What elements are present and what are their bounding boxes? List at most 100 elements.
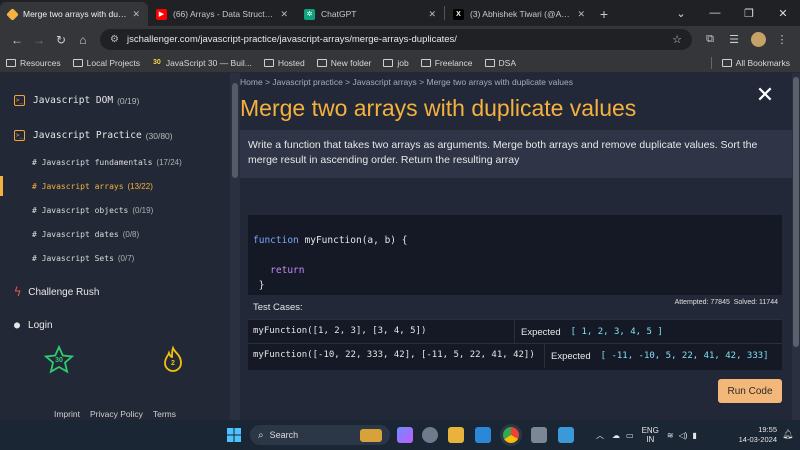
- browser-tab-chatgpt[interactable]: ✲ ChatGPT ✕: [296, 2, 444, 26]
- wifi-icon[interactable]: ≋: [667, 431, 674, 440]
- battery-status-icon[interactable]: ▮: [692, 431, 696, 440]
- code-text[interactable]: function myFunction(a, b) { return }: [253, 233, 407, 293]
- breadcrumb-separator: >: [345, 77, 351, 87]
- search-highlight-icon: [360, 428, 382, 442]
- bookmark-new-folder[interactable]: New folder: [316, 58, 371, 68]
- browser-tab-x[interactable]: X (3) Abhishek Tiwari (@Abhishek) ✕: [445, 2, 593, 26]
- sidebar-scrollbar[interactable]: [230, 73, 240, 420]
- folder-icon: [6, 58, 16, 67]
- forward-arrow-icon[interactable]: →: [28, 29, 50, 51]
- solved-count: Solved: 11744: [733, 299, 778, 306]
- close-tab-icon[interactable]: ✕: [280, 9, 288, 20]
- calculator-icon[interactable]: [531, 427, 547, 443]
- home-icon[interactable]: ⌂: [72, 29, 94, 51]
- window-controls: ⌄ — ❐ ✕: [664, 0, 800, 26]
- new-tab-button[interactable]: +: [593, 2, 615, 26]
- sidebar-item-login[interactable]: ● Login: [14, 320, 53, 331]
- folder-icon: [484, 58, 495, 67]
- windows-start-icon[interactable]: [226, 427, 242, 443]
- test-case-call: myFunction([1, 2, 3], [3, 4, 5]): [253, 326, 427, 336]
- privacy-policy-link[interactable]: Privacy Policy: [90, 409, 143, 419]
- bookmarks-bar: Resources Local Projects 30 JavaScript 30…: [0, 53, 800, 73]
- tab-title: (3) Abhishek Tiwari (@Abhishek): [470, 9, 571, 19]
- breadcrumb-current: Merge two arrays with duplicate values: [426, 77, 573, 87]
- menu-kebab-icon[interactable]: ⋮: [770, 29, 794, 51]
- scrollbar-thumb[interactable]: [793, 77, 799, 347]
- notepad-icon[interactable]: [558, 427, 574, 443]
- settings-gear-icon[interactable]: [422, 427, 438, 443]
- bookmark-job[interactable]: job: [383, 58, 409, 68]
- profile-avatar[interactable]: [746, 29, 770, 51]
- bookmark-dsa[interactable]: DSA: [484, 58, 516, 68]
- bookmark-resources[interactable]: Resources: [6, 58, 61, 68]
- bookmark-label: All Bookmarks: [735, 57, 790, 68]
- code-editor[interactable]: function myFunction(a, b) { return } Tes…: [248, 215, 782, 370]
- minimize-icon[interactable]: —: [698, 0, 732, 26]
- bookmark-hosted[interactable]: Hosted: [263, 58, 305, 68]
- challenge-description: Write a function that takes two arrays a…: [240, 130, 792, 178]
- breadcrumb-javascript-arrays[interactable]: Javascript arrays: [353, 77, 417, 87]
- chevron-up-icon[interactable]: ︿: [596, 430, 604, 441]
- browser-tab-youtube[interactable]: ▶ (66) Arrays - Data Structures and Algo…: [148, 2, 296, 26]
- sidebar-subitem-label: # Javascript objects: [32, 206, 129, 215]
- folder-icon: [263, 58, 274, 67]
- close-tab-icon[interactable]: ✕: [428, 9, 436, 20]
- sidebar-subitem-fundamentals[interactable]: # Javascript fundamentals (17/24): [32, 158, 182, 167]
- scrollbar-thumb[interactable]: [232, 83, 238, 178]
- sidebar-item-challenge-rush[interactable]: ϟ Challenge Rush: [14, 285, 99, 299]
- reload-icon[interactable]: ↻: [50, 29, 72, 51]
- volume-icon[interactable]: ◁): [679, 431, 688, 440]
- extensions-icon[interactable]: ⧉: [698, 29, 722, 51]
- bookmark-label: Freelance: [434, 57, 473, 68]
- user-icon: ●: [14, 320, 21, 331]
- breadcrumb-home[interactable]: Home: [240, 77, 263, 87]
- sidebar-subitem-objects[interactable]: # Javascript objects (0/19): [32, 206, 153, 215]
- close-window-icon[interactable]: ✕: [766, 0, 800, 26]
- taskbar-search-input[interactable]: ⌕ Search: [250, 425, 390, 445]
- sidebar-subitem-arrays[interactable]: # Javascript arrays (13/22): [32, 182, 153, 191]
- youtube-favicon-icon: ▶: [156, 8, 167, 20]
- main-scrollbar[interactable]: [792, 73, 800, 420]
- taskbar-clock[interactable]: 19:55 14-03-2024: [735, 425, 777, 445]
- vscode-icon[interactable]: [475, 427, 491, 443]
- bookmark-javascript30[interactable]: 30 JavaScript 30 — Buil...: [152, 58, 252, 68]
- sidebar-item-javascript-practice[interactable]: >_ Javascript Practice (30/80): [14, 130, 173, 141]
- cloud-icon[interactable]: ☁: [612, 431, 620, 440]
- sidebar-subitem-dates[interactable]: # Javascript dates (0/8): [32, 230, 139, 239]
- test-cases-header: Test Cases: Attempted: 77845 Solved: 117…: [248, 295, 782, 319]
- bookmark-freelance[interactable]: Freelance: [420, 57, 473, 68]
- all-bookmarks[interactable]: All Bookmarks: [721, 57, 790, 68]
- expected-value: [ -11, -10, 5, 22, 41, 42, 333]: [600, 351, 769, 361]
- reading-list-icon[interactable]: ☰: [722, 29, 746, 51]
- close-tab-icon[interactable]: ✕: [577, 9, 585, 20]
- system-tray: ︿ ☁ ▭ ENG IN ≋ ◁) ▮: [596, 420, 697, 450]
- notification-bell-icon[interactable]: 🔔︎: [782, 429, 793, 440]
- expected-value: [ 1, 2, 3, 4, 5 ]: [570, 327, 663, 337]
- terms-link[interactable]: Terms: [153, 409, 176, 419]
- test-case-expected: Expected [ 1, 2, 3, 4, 5 ]: [514, 320, 663, 344]
- back-arrow-icon[interactable]: ←: [6, 29, 28, 51]
- url-field[interactable]: ⚙ jschallenger.com/javascript-practice/j…: [100, 29, 692, 50]
- terminal-icon: >_: [14, 130, 25, 141]
- bookmark-local-projects[interactable]: Local Projects: [72, 58, 140, 68]
- copilot-icon[interactable]: [397, 427, 413, 443]
- breadcrumb-javascript-practice[interactable]: Javascript practice: [272, 77, 342, 87]
- sidebar-subitem-count: (17/24): [156, 158, 182, 167]
- bookmark-star-icon[interactable]: ☆: [672, 33, 682, 46]
- close-tab-icon[interactable]: ✕: [132, 9, 140, 20]
- tab-search-icon[interactable]: ⌄: [664, 0, 698, 26]
- browser-tab-active[interactable]: Merge two arrays with duplicate values ✕: [0, 2, 148, 26]
- battery-icon[interactable]: ▭: [626, 431, 634, 440]
- footer-links: Imprint Privacy Policy Terms: [0, 409, 230, 419]
- bookmark-label: JavaScript 30 — Buil...: [165, 57, 252, 68]
- language-indicator[interactable]: ENG IN: [642, 426, 659, 444]
- file-explorer-icon[interactable]: [448, 427, 464, 443]
- imprint-link[interactable]: Imprint: [54, 409, 80, 419]
- close-icon[interactable]: ✕: [754, 84, 776, 107]
- sidebar-item-javascript-dom[interactable]: >_ Javascript DOM (0/19): [14, 95, 139, 106]
- run-code-button[interactable]: Run Code: [718, 379, 782, 403]
- sidebar-subitem-sets[interactable]: # Javascript Sets (0/7): [32, 254, 134, 263]
- chrome-icon[interactable]: [503, 427, 519, 443]
- site-info-icon[interactable]: ⚙: [110, 34, 119, 45]
- restore-icon[interactable]: ❐: [732, 0, 766, 26]
